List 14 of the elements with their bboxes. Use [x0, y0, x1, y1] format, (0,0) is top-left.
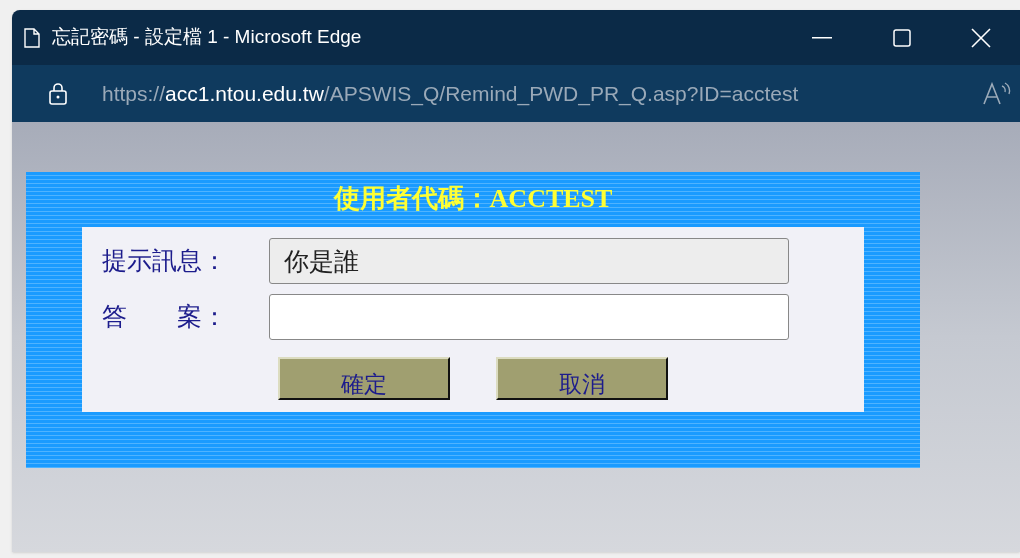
read-aloud-icon[interactable] [982, 81, 1012, 106]
field-label: 答 案： [102, 301, 228, 333]
cancel-button[interactable]: 取消 [496, 357, 668, 400]
answer-field[interactable] [269, 294, 789, 340]
url-text[interactable]: https://acc1.ntou.edu.tw/APSWIS_Q/Remind_PWD_PR_Q.asp?ID=acctest [102, 77, 799, 110]
page-icon [24, 27, 40, 48]
field-label: 提示訊息： [102, 245, 228, 277]
minimize-icon [812, 36, 832, 39]
maximize-icon [893, 28, 911, 47]
close-icon [971, 27, 991, 48]
confirm-button[interactable]: 確定 [278, 357, 450, 400]
window-title: 忘記密碼 - 設定檔 1 - Microsoft Edge [52, 25, 362, 50]
user-id-heading: 使用者代碼：ACCTEST [333, 183, 613, 215]
lock-icon[interactable] [48, 81, 68, 106]
